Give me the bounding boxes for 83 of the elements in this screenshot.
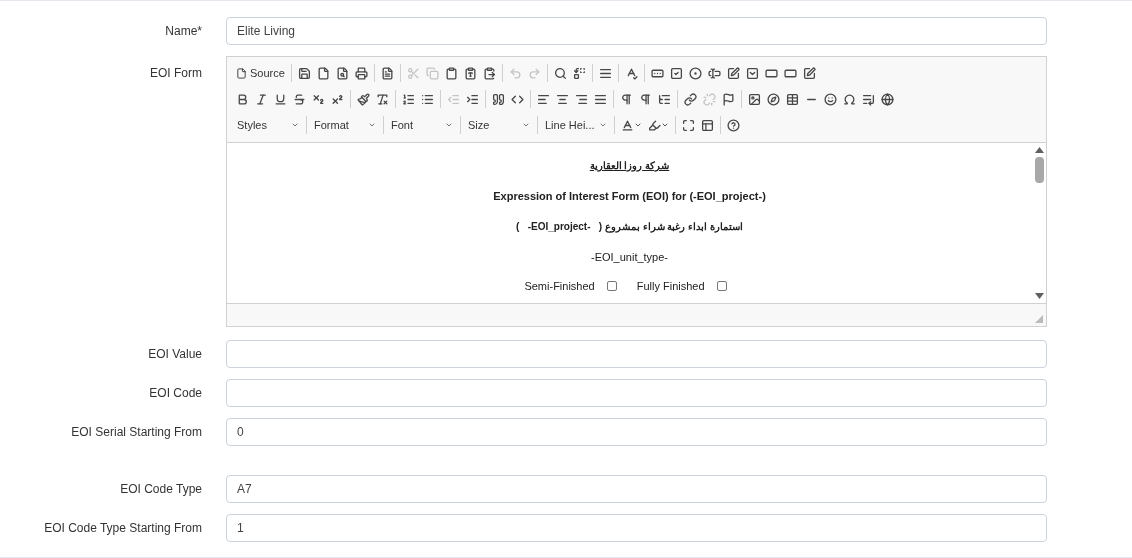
background-color-icon	[648, 118, 661, 132]
dropdown[interactable]: Styles	[233, 116, 303, 134]
circle-dot-icon	[688, 66, 702, 80]
unlink-icon	[703, 92, 716, 106]
field-label: EOI Form	[149, 65, 202, 82]
caret-icon	[599, 121, 607, 129]
align-right-icon	[575, 92, 588, 106]
cut-icon	[406, 66, 420, 80]
caret-icon	[634, 121, 642, 129]
checkbox[interactable]	[606, 281, 617, 292]
superscript-icon	[331, 92, 344, 106]
paste-text-icon	[463, 66, 477, 80]
smiley-icon	[824, 92, 837, 106]
new-page-icon	[316, 66, 330, 80]
preview-icon	[335, 66, 349, 80]
outdent-icon	[447, 92, 460, 106]
undo-icon	[508, 66, 522, 80]
checkbox[interactable]	[716, 281, 727, 292]
bulleted-list-icon	[421, 92, 434, 106]
align-center-icon	[556, 92, 569, 106]
field-label: EOI Code	[148, 385, 202, 402]
dropdown[interactable]: Size	[464, 116, 534, 134]
underline-icon	[274, 92, 287, 106]
scroll-up-icon	[1034, 147, 1044, 153]
field-label: EOI Serial Starting From	[70, 424, 202, 441]
text-field[interactable]: A7	[226, 475, 1047, 503]
paintbrush-icon	[357, 92, 370, 106]
blockquote-icon	[492, 92, 505, 106]
strikethrough-icon	[293, 92, 306, 106]
link-icon	[684, 92, 697, 106]
option-label: Semi-Finished	[524, 279, 595, 294]
resize-handle-icon[interactable]	[1035, 315, 1043, 323]
redo-icon	[527, 66, 541, 80]
numbered-list-icon	[402, 92, 415, 106]
company-name: شركة روزا العقارية	[589, 159, 670, 173]
text-field[interactable]: 1	[226, 514, 1047, 542]
unit-type: -EOI_unit_type-	[590, 249, 668, 265]
dropdown[interactable]: Font	[387, 116, 457, 134]
indent-icon	[466, 92, 479, 106]
field-label: EOI Code Type	[119, 481, 202, 498]
field-label: EOI Code Type Starting From	[43, 520, 202, 537]
print-icon	[354, 66, 368, 80]
table-icon	[786, 92, 799, 106]
field-label: EOI Value	[147, 346, 202, 363]
bold-icon	[236, 92, 249, 106]
help-icon	[727, 118, 740, 132]
align-left-icon	[537, 92, 550, 106]
justify-icon	[594, 92, 607, 106]
globe-icon	[881, 92, 894, 106]
italic-icon	[255, 92, 268, 106]
image-icon	[748, 92, 761, 106]
text-field[interactable]: Elite Living	[226, 17, 1047, 45]
copy-icon	[425, 66, 439, 80]
dropdown[interactable]: Line Hei...	[541, 116, 611, 134]
paste-word-icon	[482, 66, 496, 80]
field-label: Name*	[164, 23, 202, 40]
remove-format-icon	[376, 92, 389, 106]
text-field[interactable]	[226, 379, 1047, 407]
dropdown[interactable]: Format	[310, 116, 380, 134]
omega-icon	[843, 92, 856, 106]
scroll-down-icon	[1034, 293, 1044, 299]
caret-icon	[368, 121, 376, 129]
caret-icon	[661, 121, 669, 129]
paste-icon	[444, 66, 458, 80]
subscript-icon	[312, 92, 325, 106]
caret-icon	[522, 121, 530, 129]
replace-icon	[572, 66, 586, 80]
text-field[interactable]: 0	[226, 418, 1047, 446]
source-button[interactable]: Source	[233, 64, 288, 82]
text-field-icon	[707, 66, 721, 80]
caret-icon	[445, 121, 453, 129]
select-icon	[745, 66, 759, 80]
form-title: Expression of Interest Form (EOI) for (-EOI_project-)	[493, 189, 766, 204]
save-icon	[297, 66, 311, 80]
search-icon	[553, 66, 567, 80]
option-label: Fully Finished	[636, 279, 705, 294]
checkbox-icon	[669, 66, 683, 80]
scroll-thumb[interactable]	[1034, 157, 1044, 183]
text-color-icon	[621, 118, 634, 132]
arabic-title: استمارة ابداء رغبة شراء بمشروع ( -EOI_project- )	[516, 219, 743, 234]
maximize-icon	[682, 118, 695, 132]
text-field[interactable]	[226, 340, 1047, 368]
caret-icon	[291, 121, 299, 129]
